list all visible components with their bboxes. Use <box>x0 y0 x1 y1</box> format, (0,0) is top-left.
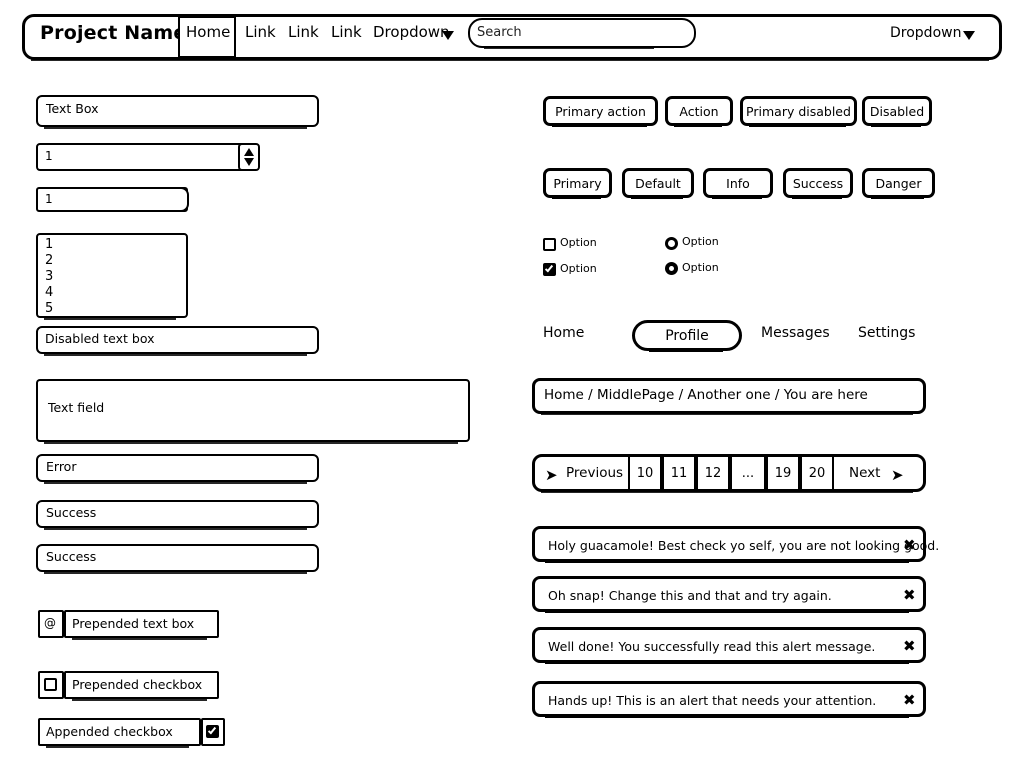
list-item[interactable]: 5 <box>45 302 53 315</box>
prepended-text-value: Prepended text box <box>72 616 195 631</box>
list-item[interactable]: 3 <box>45 270 53 283</box>
list-item[interactable]: 2 <box>45 254 53 267</box>
danger-badge-button[interactable]: Danger <box>862 168 935 199</box>
error-text-value: Error <box>46 459 77 474</box>
primary-action-button[interactable]: Primary action <box>543 96 658 127</box>
list-box[interactable] <box>36 233 188 320</box>
pill-nav-profile[interactable]: Profile <box>632 320 742 352</box>
radio-checked-icon[interactable] <box>665 262 678 275</box>
spinner-input[interactable] <box>36 143 249 171</box>
brand-title[interactable]: Project Name <box>40 24 187 43</box>
pill-nav-messages[interactable]: Messages <box>761 325 830 341</box>
pagination-previous[interactable]: Previous <box>566 465 623 481</box>
pagination-page[interactable]: 20 <box>800 456 834 490</box>
search-placeholder: Search <box>477 25 522 40</box>
breadcrumb-text[interactable]: Home / MiddlePage / Another one / You ar… <box>544 388 868 403</box>
close-icon[interactable]: ✖ <box>903 691 916 709</box>
action-button[interactable]: Action <box>665 96 733 127</box>
appended-checkbox-value: Appended checkbox <box>46 724 173 739</box>
pagination-ellipsis: ... <box>730 456 766 490</box>
checkbox-label-1: Option <box>560 236 597 249</box>
close-icon[interactable]: ✖ <box>903 586 916 604</box>
wireframe-canvas: Project Name Home Link Link Link Dropdow… <box>0 0 1024 768</box>
nav-item-link-3[interactable]: Link <box>331 25 362 40</box>
success-text-value-2: Success <box>46 549 97 564</box>
checkbox-unchecked-icon[interactable] <box>543 238 556 251</box>
at-sign-icon: @ <box>44 616 56 630</box>
spinner-stepper[interactable] <box>238 143 260 171</box>
alert-message: Holy guacamole! Best check yo self, you … <box>548 538 940 553</box>
chevron-down-icon <box>442 31 454 40</box>
nav-item-home-label: Home <box>186 23 231 41</box>
pill-nav-home[interactable]: Home <box>543 325 584 341</box>
checkbox-unchecked-icon[interactable] <box>44 678 57 691</box>
checkbox-label-2: Option <box>560 262 597 275</box>
nav-item-link-1[interactable]: Link <box>245 25 276 40</box>
alert-message: Oh snap! Change this and that and try ag… <box>548 588 832 603</box>
list-item[interactable]: 1 <box>45 238 53 251</box>
pill-nav-profile-label: Profile <box>665 327 709 344</box>
alert-message: Hands up! This is an alert that needs yo… <box>548 693 877 708</box>
nav-right-dropdown[interactable]: Dropdown <box>890 26 961 40</box>
radio-label-2: Option <box>682 261 719 274</box>
pagination-page[interactable]: 19 <box>766 456 800 490</box>
info-badge-button[interactable]: Info <box>703 168 773 199</box>
alert-message: Well done! You successfully read this al… <box>548 639 876 654</box>
pagination-page[interactable]: 12 <box>696 456 730 490</box>
chevron-down-icon <box>963 31 975 40</box>
pagination-next[interactable]: Next <box>849 465 880 481</box>
checkbox-checked-icon[interactable] <box>206 725 219 738</box>
number-input-endcap <box>173 187 189 212</box>
nav-item-dropdown[interactable]: Dropdown <box>373 25 450 40</box>
prepended-checkbox-addon[interactable] <box>38 671 64 699</box>
pagination-page[interactable]: 11 <box>662 456 696 490</box>
spinner-value: 1 <box>45 149 53 163</box>
disabled-button: Disabled <box>862 96 932 127</box>
close-icon[interactable]: ✖ <box>903 637 916 655</box>
primary-badge-button[interactable]: Primary <box>543 168 612 199</box>
primary-disabled-button: Primary disabled <box>740 96 857 127</box>
default-badge-button[interactable]: Default <box>622 168 694 199</box>
stepper-up-icon[interactable] <box>244 148 254 156</box>
text-box-value: Text Box <box>46 101 99 116</box>
error-text-input[interactable] <box>36 454 319 484</box>
prepended-checkbox-value: Prepended checkbox <box>72 677 203 692</box>
appended-checkbox-addon[interactable] <box>201 718 225 746</box>
stepper-down-icon[interactable] <box>244 158 254 166</box>
arrow-right-icon[interactable]: ➤ <box>891 466 904 484</box>
pill-nav-settings[interactable]: Settings <box>858 325 915 341</box>
checkbox-checked-icon[interactable] <box>543 263 556 276</box>
pagination-page[interactable]: 10 <box>628 456 662 490</box>
list-item[interactable]: 4 <box>45 286 53 299</box>
nav-item-link-2[interactable]: Link <box>288 25 319 40</box>
disabled-text-box-value: Disabled text box <box>45 331 155 346</box>
number-input[interactable] <box>36 187 188 212</box>
success-badge-button[interactable]: Success <box>783 168 853 199</box>
radio-label-1: Option <box>682 235 719 248</box>
radio-unchecked-icon[interactable] <box>665 237 678 250</box>
number-input-value: 1 <box>45 192 53 206</box>
arrow-left-icon[interactable]: ➤ <box>545 466 558 484</box>
success-text-value-1: Success <box>46 505 97 520</box>
close-icon[interactable]: ✖ <box>903 536 916 554</box>
textarea-value: Text field <box>48 400 105 415</box>
